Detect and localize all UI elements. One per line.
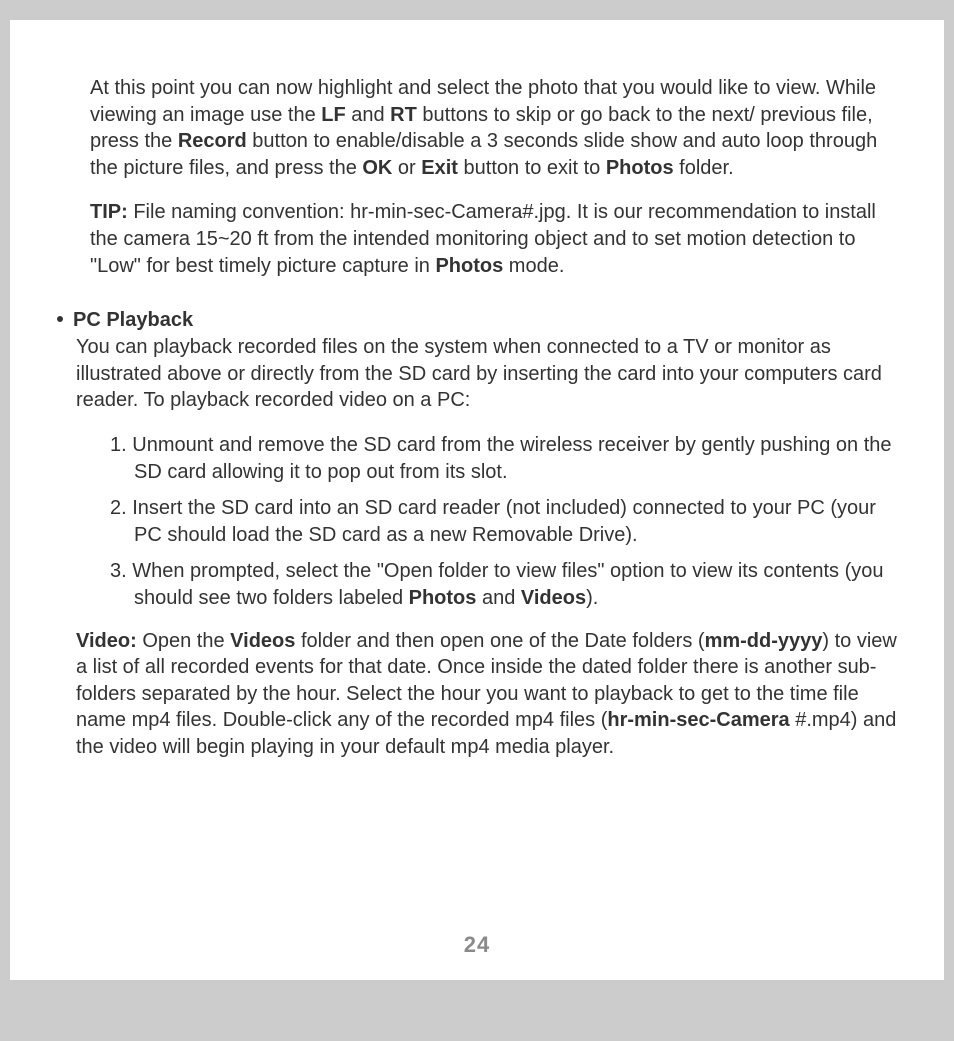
text: Unmount and remove the SD card from the … bbox=[132, 434, 891, 483]
bullet-icon bbox=[57, 316, 63, 322]
text: folder. bbox=[674, 157, 734, 179]
text: Insert the SD card into an SD card reade… bbox=[132, 497, 876, 546]
page-container: At this point you can now highlight and … bbox=[0, 0, 954, 1041]
bold-exit: Exit bbox=[421, 157, 458, 179]
list-item: 1. Unmount and remove the SD card from t… bbox=[110, 432, 904, 485]
paragraph-photo-viewing: At this point you can now highlight and … bbox=[90, 75, 904, 181]
text: and bbox=[476, 587, 520, 609]
bold-lf: LF bbox=[321, 104, 345, 126]
bold-fileformat: hr-min-sec-Camera bbox=[607, 709, 789, 731]
text: folder and then open one of the Date fol… bbox=[295, 630, 704, 652]
paragraph-video: Video: Open the Videos folder and then o… bbox=[76, 628, 904, 761]
text: You can playback recorded files on the s… bbox=[76, 336, 882, 411]
text: Open the bbox=[137, 630, 230, 652]
text: button to exit to bbox=[458, 157, 606, 179]
tip-label: TIP: bbox=[90, 201, 128, 223]
item-number: 1. bbox=[110, 434, 132, 456]
text: ). bbox=[586, 587, 598, 609]
text: and bbox=[346, 104, 390, 126]
paragraph-tip: TIP: File naming convention: hr-min-sec-… bbox=[90, 199, 904, 279]
paragraph-pc-intro: You can playback recorded files on the s… bbox=[76, 334, 904, 414]
bold-record: Record bbox=[178, 130, 247, 152]
heading-pc-playback: PC Playback bbox=[57, 309, 904, 332]
page-number: 24 bbox=[10, 932, 944, 958]
item-number: 2. bbox=[110, 497, 132, 519]
bold-videos: Videos bbox=[521, 587, 586, 609]
bold-videos: Videos bbox=[230, 630, 295, 652]
bold-photos: Photos bbox=[409, 587, 477, 609]
list-item: 3. When prompted, select the "Open folde… bbox=[110, 558, 904, 611]
ordered-list: 1. Unmount and remove the SD card from t… bbox=[110, 432, 904, 612]
bottom-margin-bar bbox=[0, 980, 954, 1010]
bold-photos: Photos bbox=[606, 157, 674, 179]
video-label: Video: bbox=[76, 630, 137, 652]
heading-text: PC Playback bbox=[73, 309, 193, 331]
bold-ok: OK bbox=[362, 157, 392, 179]
top-margin-bar bbox=[0, 0, 954, 20]
text: mode. bbox=[503, 255, 564, 277]
text: or bbox=[392, 157, 421, 179]
document-sheet: At this point you can now highlight and … bbox=[10, 20, 944, 980]
bold-photos: Photos bbox=[435, 255, 503, 277]
list-item: 2. Insert the SD card into an SD card re… bbox=[110, 495, 904, 548]
item-number: 3. bbox=[110, 560, 132, 582]
bold-dateformat: mm-dd-yyyy bbox=[705, 630, 823, 652]
bold-rt: RT bbox=[390, 104, 417, 126]
